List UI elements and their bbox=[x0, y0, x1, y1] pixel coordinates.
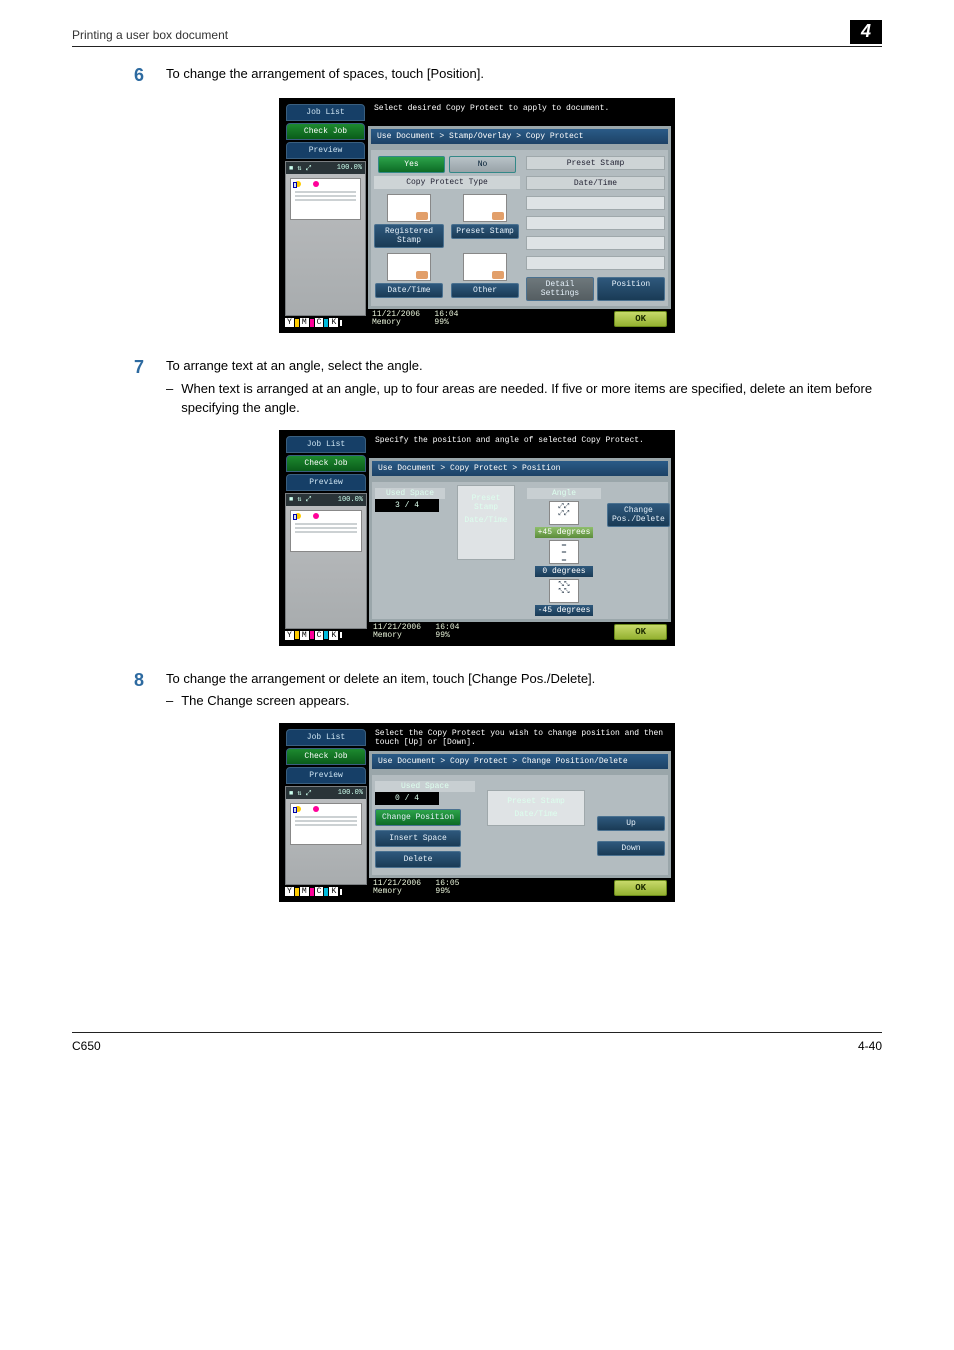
ymck-indicators: Y M C K bbox=[283, 316, 368, 329]
chapter-badge: 4 bbox=[850, 20, 882, 44]
tab-check-job[interactable]: Check Job bbox=[286, 123, 365, 140]
change-pos-delete-button[interactable]: Change Pos./Delete bbox=[607, 503, 670, 527]
slot-date-time: Date/Time bbox=[526, 176, 665, 190]
angle-plus45[interactable]: +45 degrees bbox=[535, 527, 593, 538]
step-text: To change the arrangement of spaces, tou… bbox=[166, 65, 882, 86]
tile-preset-stamp[interactable]: Preset Stamp bbox=[451, 224, 519, 239]
page-header-title: Printing a user box document bbox=[72, 28, 882, 42]
angle-minus45[interactable]: -45 degrees bbox=[535, 605, 593, 616]
footer-left: C650 bbox=[72, 1039, 101, 1053]
up-button[interactable]: Up bbox=[597, 816, 665, 831]
detail-settings-button[interactable]: Detail Settings bbox=[526, 277, 594, 301]
screenshot-position: Job List Check Job Preview ■ ⇅ ⤢100.0% Y… bbox=[279, 430, 675, 646]
position-button[interactable]: Position bbox=[597, 277, 665, 301]
step-text: To arrange text at an angle, select the … bbox=[166, 357, 882, 376]
change-position-button[interactable]: Change Position bbox=[375, 809, 461, 826]
no-button[interactable]: No bbox=[449, 156, 516, 173]
used-space-value: 3 / 4 bbox=[375, 499, 439, 512]
step-subtext: The Change screen appears. bbox=[181, 692, 349, 711]
down-button[interactable]: Down bbox=[597, 841, 665, 856]
step-number: 7 bbox=[72, 357, 144, 418]
step-number: 8 bbox=[72, 670, 144, 712]
ok-button[interactable]: OK bbox=[614, 311, 667, 327]
step-subtext: When text is arranged at an angle, up to… bbox=[181, 380, 882, 418]
tile-date-time[interactable]: Date/Time bbox=[375, 283, 443, 298]
footer-right: 4-40 bbox=[858, 1039, 882, 1053]
tile-other[interactable]: Other bbox=[451, 283, 519, 298]
used-space-label: Used Space bbox=[375, 488, 445, 499]
angle-0[interactable]: 0 degrees bbox=[535, 566, 593, 577]
tile-registered-stamp[interactable]: Registered Stamp bbox=[374, 224, 444, 248]
step-text: To change the arrangement or delete an i… bbox=[166, 670, 882, 689]
yes-button[interactable]: Yes bbox=[378, 156, 445, 173]
tab-job-list[interactable]: Job List bbox=[286, 104, 365, 121]
delete-button[interactable]: Delete bbox=[375, 851, 461, 868]
angle-label: Angle bbox=[527, 488, 601, 499]
insert-space-button[interactable]: Insert Space bbox=[375, 830, 461, 847]
screenshot-change-position: Job List Check Job Preview ■ ⇅ ⤢100.0% Y… bbox=[279, 723, 675, 902]
breadcrumb: Use Document > Stamp/Overlay > Copy Prot… bbox=[371, 129, 668, 144]
screenshot-copy-protect: Job List Check Job Preview ■ ⇅ ⤢100.0% Y bbox=[279, 98, 675, 333]
tab-preview[interactable]: Preview bbox=[286, 142, 365, 159]
slot-preset-stamp: Preset Stamp bbox=[526, 156, 665, 170]
section-title: Copy Protect Type bbox=[374, 176, 520, 189]
instruction-text: Select desired Copy Protect to apply to … bbox=[368, 102, 671, 126]
step-number: 6 bbox=[72, 65, 144, 86]
